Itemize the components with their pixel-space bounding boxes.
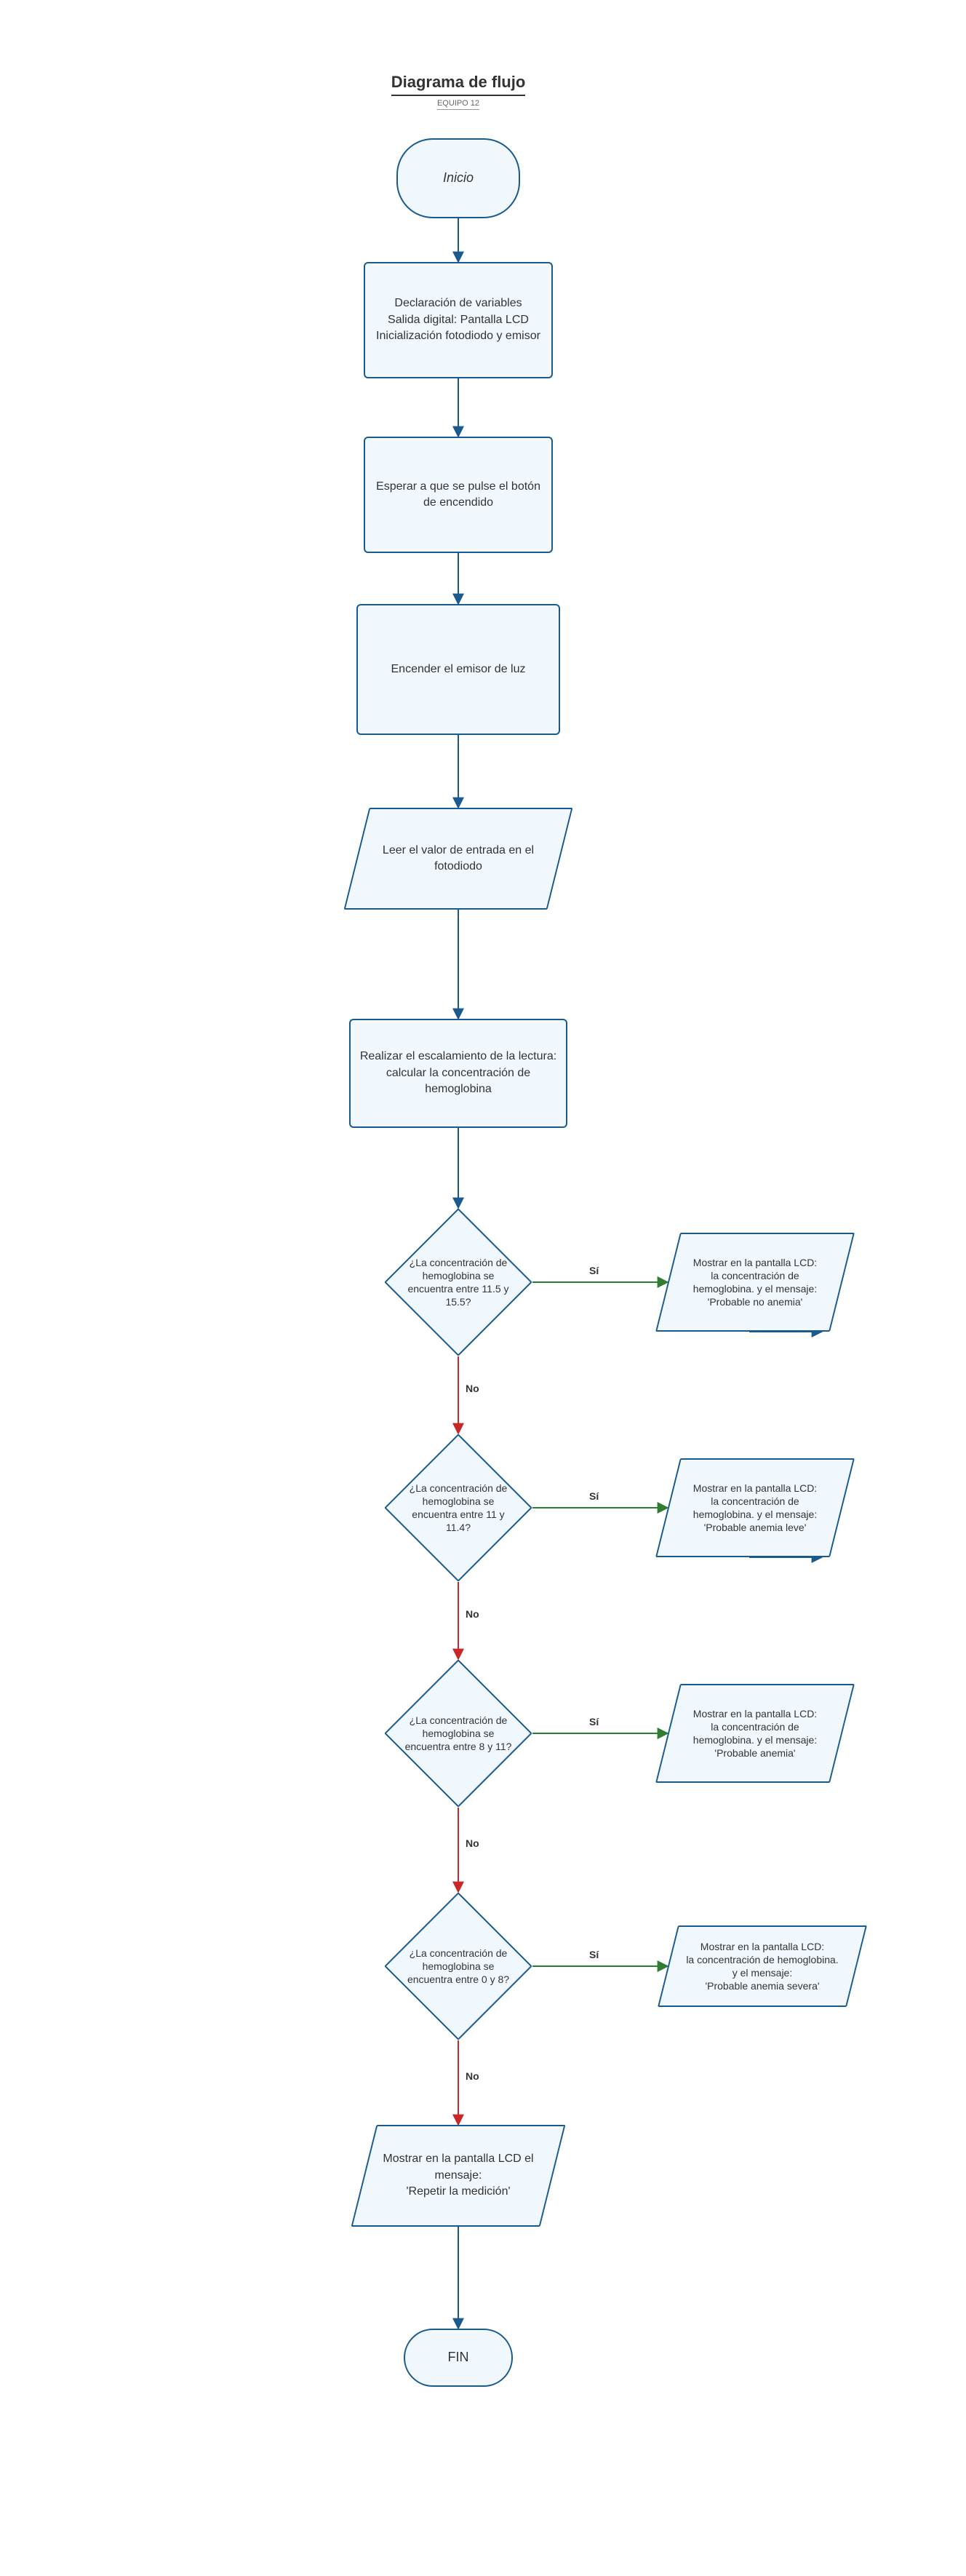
turn-on-emitter-label: Encender el emisor de luz — [391, 661, 526, 677]
declare-variables-process: Declaración de variables Salida digital:… — [364, 262, 553, 378]
diagram-title: Diagrama de flujo — [391, 73, 526, 96]
flowchart-canvas: Diagrama de flujo EQUIPO 12 — [0, 0, 966, 2576]
decision-1-label: ¿La concentración de hemoglobina se encu… — [384, 1208, 532, 1356]
output-severe-anemia-io: Mostrar en la pantalla LCD: la concentra… — [668, 1925, 857, 2007]
end-terminator: FIN — [404, 2329, 513, 2387]
start-label: Inicio — [443, 169, 474, 187]
read-photodiode-label: Leer el valor de entrada en el fotodiodo — [356, 808, 560, 910]
decision-1-no-label: No — [466, 1383, 479, 1394]
turn-on-emitter-process: Encender el emisor de luz — [356, 604, 560, 735]
decision-2-label: ¿La concentración de hemoglobina se encu… — [384, 1434, 532, 1582]
output-anemia-label: Mostrar en la pantalla LCD: la concentra… — [668, 1684, 842, 1783]
end-label: FIN — [448, 2348, 469, 2366]
output-no-anemia-label: Mostrar en la pantalla LCD: la concentra… — [668, 1233, 842, 1332]
scale-reading-process: Realizar el escalamiento de la lectura: … — [349, 1019, 567, 1128]
wait-button-process: Esperar a que se pulse el botón de encen… — [364, 437, 553, 553]
decision-1-yes-label: Sí — [589, 1265, 599, 1276]
decision-hemoglobin-8-11: ¿La concentración de hemoglobina se encu… — [384, 1659, 532, 1808]
start-terminator: Inicio — [396, 138, 520, 218]
decision-3-yes-label: Sí — [589, 1716, 599, 1728]
output-severe-anemia-label: Mostrar en la pantalla LCD: la concentra… — [668, 1925, 857, 2007]
title-block: Diagrama de flujo EQUIPO 12 — [349, 73, 567, 110]
decision-4-no-label: No — [466, 2070, 479, 2082]
scale-reading-label: Realizar el escalamiento de la lectura: … — [359, 1049, 557, 1097]
decision-2-yes-label: Sí — [589, 1490, 599, 1502]
wait-button-label: Esperar a que se pulse el botón de encen… — [374, 479, 543, 512]
decision-hemoglobin-11-11-4: ¿La concentración de hemoglobina se encu… — [384, 1434, 532, 1582]
output-mild-anemia-io: Mostrar en la pantalla LCD: la concentra… — [668, 1458, 842, 1557]
output-no-anemia-io: Mostrar en la pantalla LCD: la concentra… — [668, 1233, 842, 1332]
output-mild-anemia-label: Mostrar en la pantalla LCD: la concentra… — [668, 1458, 842, 1557]
diagram-subtitle: EQUIPO 12 — [437, 99, 479, 110]
output-repeat-io: Mostrar en la pantalla LCD el mensaje: '… — [364, 2125, 553, 2227]
declare-variables-label: Declaración de variables Salida digital:… — [376, 295, 540, 344]
decision-hemoglobin-11-5-15-5: ¿La concentración de hemoglobina se encu… — [384, 1208, 532, 1356]
decision-4-yes-label: Sí — [589, 1949, 599, 1960]
output-anemia-io: Mostrar en la pantalla LCD: la concentra… — [668, 1684, 842, 1783]
output-repeat-label: Mostrar en la pantalla LCD el mensaje: '… — [364, 2125, 553, 2227]
decision-3-label: ¿La concentración de hemoglobina se encu… — [384, 1659, 532, 1808]
decision-hemoglobin-0-8: ¿La concentración de hemoglobina se encu… — [384, 1892, 532, 2040]
decision-4-label: ¿La concentración de hemoglobina se encu… — [384, 1892, 532, 2040]
decision-2-no-label: No — [466, 1608, 479, 1620]
decision-3-no-label: No — [466, 1837, 479, 1849]
read-photodiode-io: Leer el valor de entrada en el fotodiodo — [356, 808, 560, 910]
